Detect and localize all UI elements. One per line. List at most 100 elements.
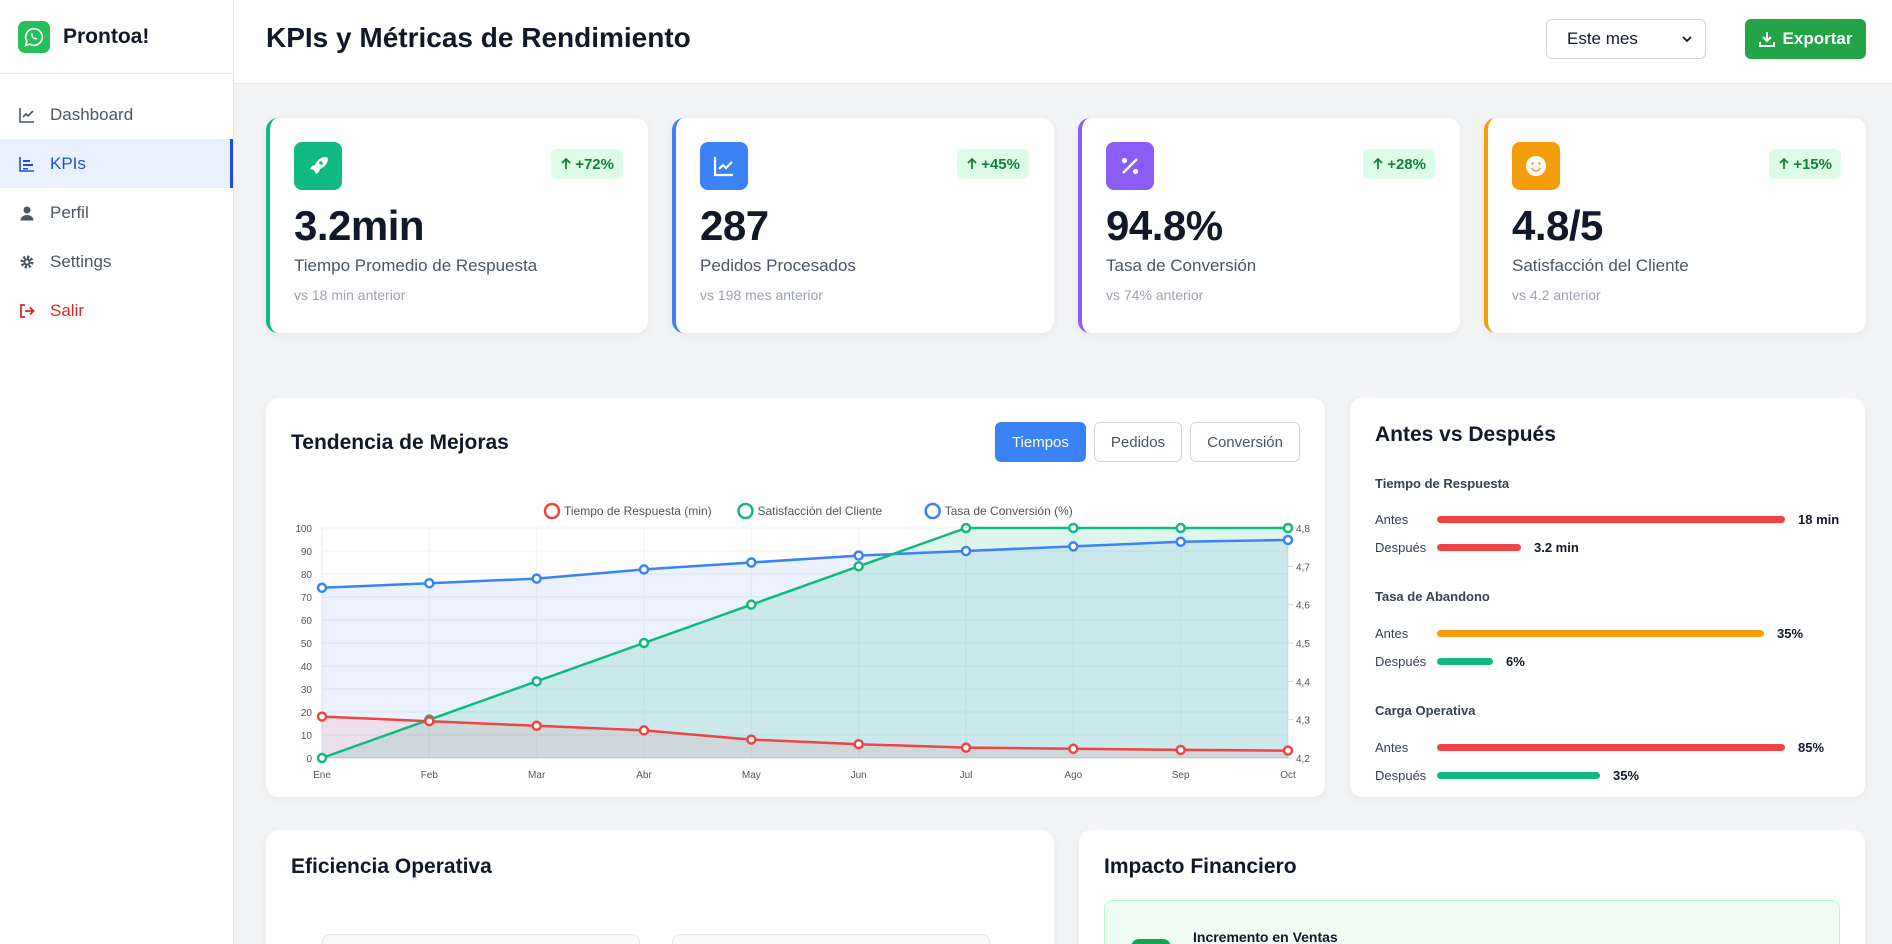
kpi-trend-badge: +72%	[551, 149, 623, 179]
arrow-up-icon	[1779, 158, 1789, 169]
sidebar-item-perfil[interactable]: Perfil	[0, 188, 233, 237]
y-left-tick-label: 0	[306, 754, 312, 765]
data-point	[960, 742, 972, 753]
gear-icon	[18, 253, 36, 271]
kpi-label: Satisfacción del Cliente	[1512, 256, 1689, 275]
chart-line-icon	[18, 106, 36, 124]
data-point	[316, 711, 328, 722]
kpi-comparison: vs 74% anterior	[1106, 287, 1204, 303]
sidebar-item-dashboard[interactable]: Dashboard	[0, 90, 233, 139]
comparison-section-label: Tasa de Abandono	[1375, 589, 1490, 604]
y-right-tick-label: 4,2	[1296, 754, 1310, 765]
legend-label: Tasa de Conversión (%)	[945, 504, 1073, 518]
kpi-trend-badge: +45%	[957, 149, 1029, 179]
data-point	[853, 738, 864, 750]
data-point	[424, 577, 435, 589]
data-point	[531, 573, 542, 584]
financial-item-label: Incremento en Ventas	[1193, 929, 1338, 944]
arrow-up-icon	[1373, 158, 1383, 169]
percent-icon	[1106, 142, 1154, 190]
financial-item: Incremento en Ventas	[1104, 900, 1840, 944]
data-point	[424, 715, 435, 727]
arrow-up-icon	[967, 158, 977, 169]
y-left-tick-label: 90	[301, 547, 313, 558]
y-right-tick-label: 4,5	[1296, 639, 1310, 650]
x-tick-label: Feb	[421, 770, 439, 781]
x-tick-label: Ago	[1064, 770, 1082, 781]
efficiency-card	[322, 934, 640, 944]
kpi-value: 287	[700, 202, 769, 249]
sidebar-item-salir[interactable]: Salir	[0, 286, 233, 335]
kpi-value: 94.8%	[1106, 202, 1223, 249]
efficiency-title: Eficiencia Operativa	[291, 855, 492, 878]
y-left-tick-label: 70	[301, 593, 313, 604]
period-select[interactable]: Este mes	[1546, 19, 1706, 59]
export-button[interactable]: Exportar	[1745, 19, 1866, 59]
data-point	[1282, 745, 1294, 756]
x-tick-label: Jun	[851, 770, 867, 781]
comparison-bar	[1437, 771, 1600, 779]
kpi-card-satisfaction: +15% 4.8/5 Satisfacción del Cliente vs 4…	[1484, 118, 1866, 333]
sidebar-item-label: Settings	[50, 251, 112, 271]
efficiency-card	[672, 934, 990, 944]
comparison-row-after: Después 3.2 min	[1375, 539, 1579, 555]
kpi-comparison: vs 198 mes anterior	[700, 287, 823, 303]
comparison-panel: Antes vs Después Tiempo de Respuesta Ant…	[1350, 398, 1865, 797]
y-left-tick-label: 30	[301, 685, 313, 696]
download-icon	[1758, 32, 1775, 47]
data-point	[1282, 534, 1294, 546]
sidebar-item-settings[interactable]: Settings	[0, 237, 233, 286]
trending-up-icon	[1131, 939, 1171, 944]
sidebar-item-label: Salir	[50, 300, 85, 320]
kpi-trend-badge: +15%	[1769, 149, 1841, 179]
data-point	[746, 599, 757, 610]
chart-bar-icon	[18, 155, 36, 173]
data-point	[1175, 522, 1186, 534]
rocket-icon	[294, 142, 342, 190]
y-left-tick-label: 100	[295, 524, 312, 535]
kpi-label: Tasa de Conversión	[1106, 256, 1257, 275]
sidebar-nav: Dashboard KPIs Perfil Settings Salir	[0, 90, 233, 335]
kpi-trend-badge: +28%	[1363, 149, 1435, 179]
comparison-bar	[1437, 629, 1764, 637]
y-left-tick-label: 50	[301, 639, 313, 650]
data-point	[316, 752, 328, 764]
y-left-tick-label: 60	[301, 616, 313, 627]
whatsapp-icon	[18, 20, 50, 53]
kpi-comparison: vs 18 min anterior	[294, 287, 406, 303]
data-point	[853, 561, 864, 572]
comparison-row-after: Después 35%	[1375, 767, 1640, 783]
y-left-tick-label: 40	[301, 662, 313, 673]
data-point	[1068, 541, 1079, 552]
comparison-row-before: Antes 35%	[1375, 625, 1804, 641]
efficiency-panel: Eficiencia Operativa	[266, 830, 1054, 944]
comparison-row-before: Antes 85%	[1375, 739, 1825, 755]
x-tick-label: Ene	[313, 770, 331, 781]
legend-marker	[543, 502, 561, 520]
arrow-up-icon	[561, 158, 571, 169]
trend-line-chart: 0 10 20 30 40 50 60 70 80 90 100 4,2 4,3 4,4 4,5 4,6 4,7…	[295, 502, 1310, 781]
period-select-value: Este mes	[1567, 29, 1638, 48]
smile-icon	[1512, 142, 1560, 190]
brand[interactable]: Prontoa!	[0, 0, 233, 74]
kpi-card-conversion: +28% 94.8% Tasa de Conversión vs 74% ant…	[1078, 118, 1460, 333]
data-point	[1068, 743, 1079, 755]
data-point	[316, 582, 328, 594]
comparison-bar	[1437, 743, 1785, 751]
data-point	[1068, 522, 1079, 534]
comparison-section-label: Carga Operativa	[1375, 703, 1476, 718]
financial-title: Impacto Financiero	[1104, 855, 1297, 878]
y-left-tick-label: 20	[301, 708, 313, 719]
comparison-title: Antes vs Después	[1375, 423, 1556, 446]
y-right-tick-label: 4,3	[1296, 716, 1310, 727]
comparison-bar	[1437, 543, 1521, 551]
x-tick-label: Jul	[960, 770, 973, 781]
data-point	[531, 676, 542, 687]
user-icon	[18, 204, 36, 222]
sidebar-item-kpis[interactable]: KPIs	[0, 139, 233, 188]
app-name: Prontoa!	[63, 24, 150, 48]
financial-panel: Impacto Financiero Incremento en Ventas	[1079, 830, 1865, 944]
y-right-tick-label: 4,4	[1296, 677, 1310, 688]
kpi-label: Pedidos Procesados	[700, 256, 856, 275]
data-point	[1175, 744, 1186, 756]
